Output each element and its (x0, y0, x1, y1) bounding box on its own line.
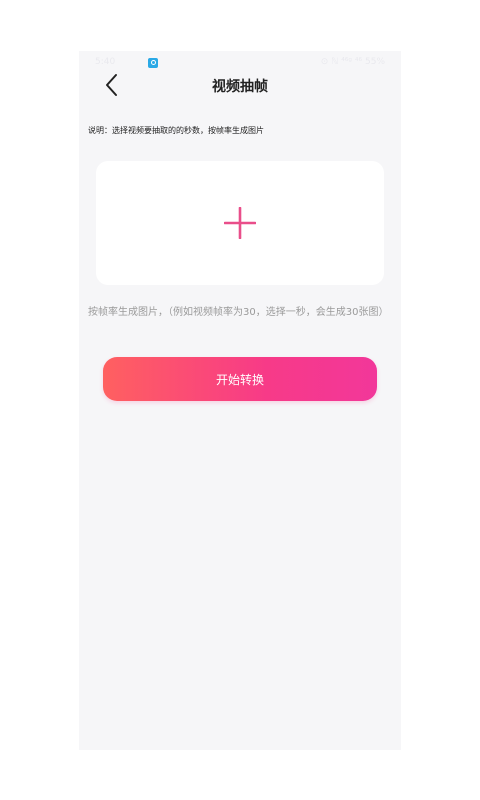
video-upload-card[interactable] (96, 161, 384, 285)
frame-rate-note: 按帧率生成图片，（例如视频帧率为30，选择一秒，会生成30张图） (88, 307, 389, 318)
notification-app-icon (148, 58, 158, 68)
nav-bar: 视频抽帧 (79, 69, 401, 101)
status-time: 5:40 (95, 57, 116, 67)
phone-screen: 5:40 ⊙ ℕ ⁴⁶ᵍ ⁴⁶ 55% 视频抽帧 说明：选择视频要抽取的的秒数，… (79, 51, 401, 750)
plus-icon (224, 207, 256, 239)
page-title: 视频抽帧 (212, 79, 268, 95)
instruction-text: 说明：选择视频要抽取的的秒数，按帧率生成图片 (88, 126, 264, 135)
start-convert-button[interactable]: 开始转换 (103, 357, 377, 401)
status-indicators: ⊙ ℕ ⁴⁶ᵍ ⁴⁶ 55% (320, 57, 385, 67)
